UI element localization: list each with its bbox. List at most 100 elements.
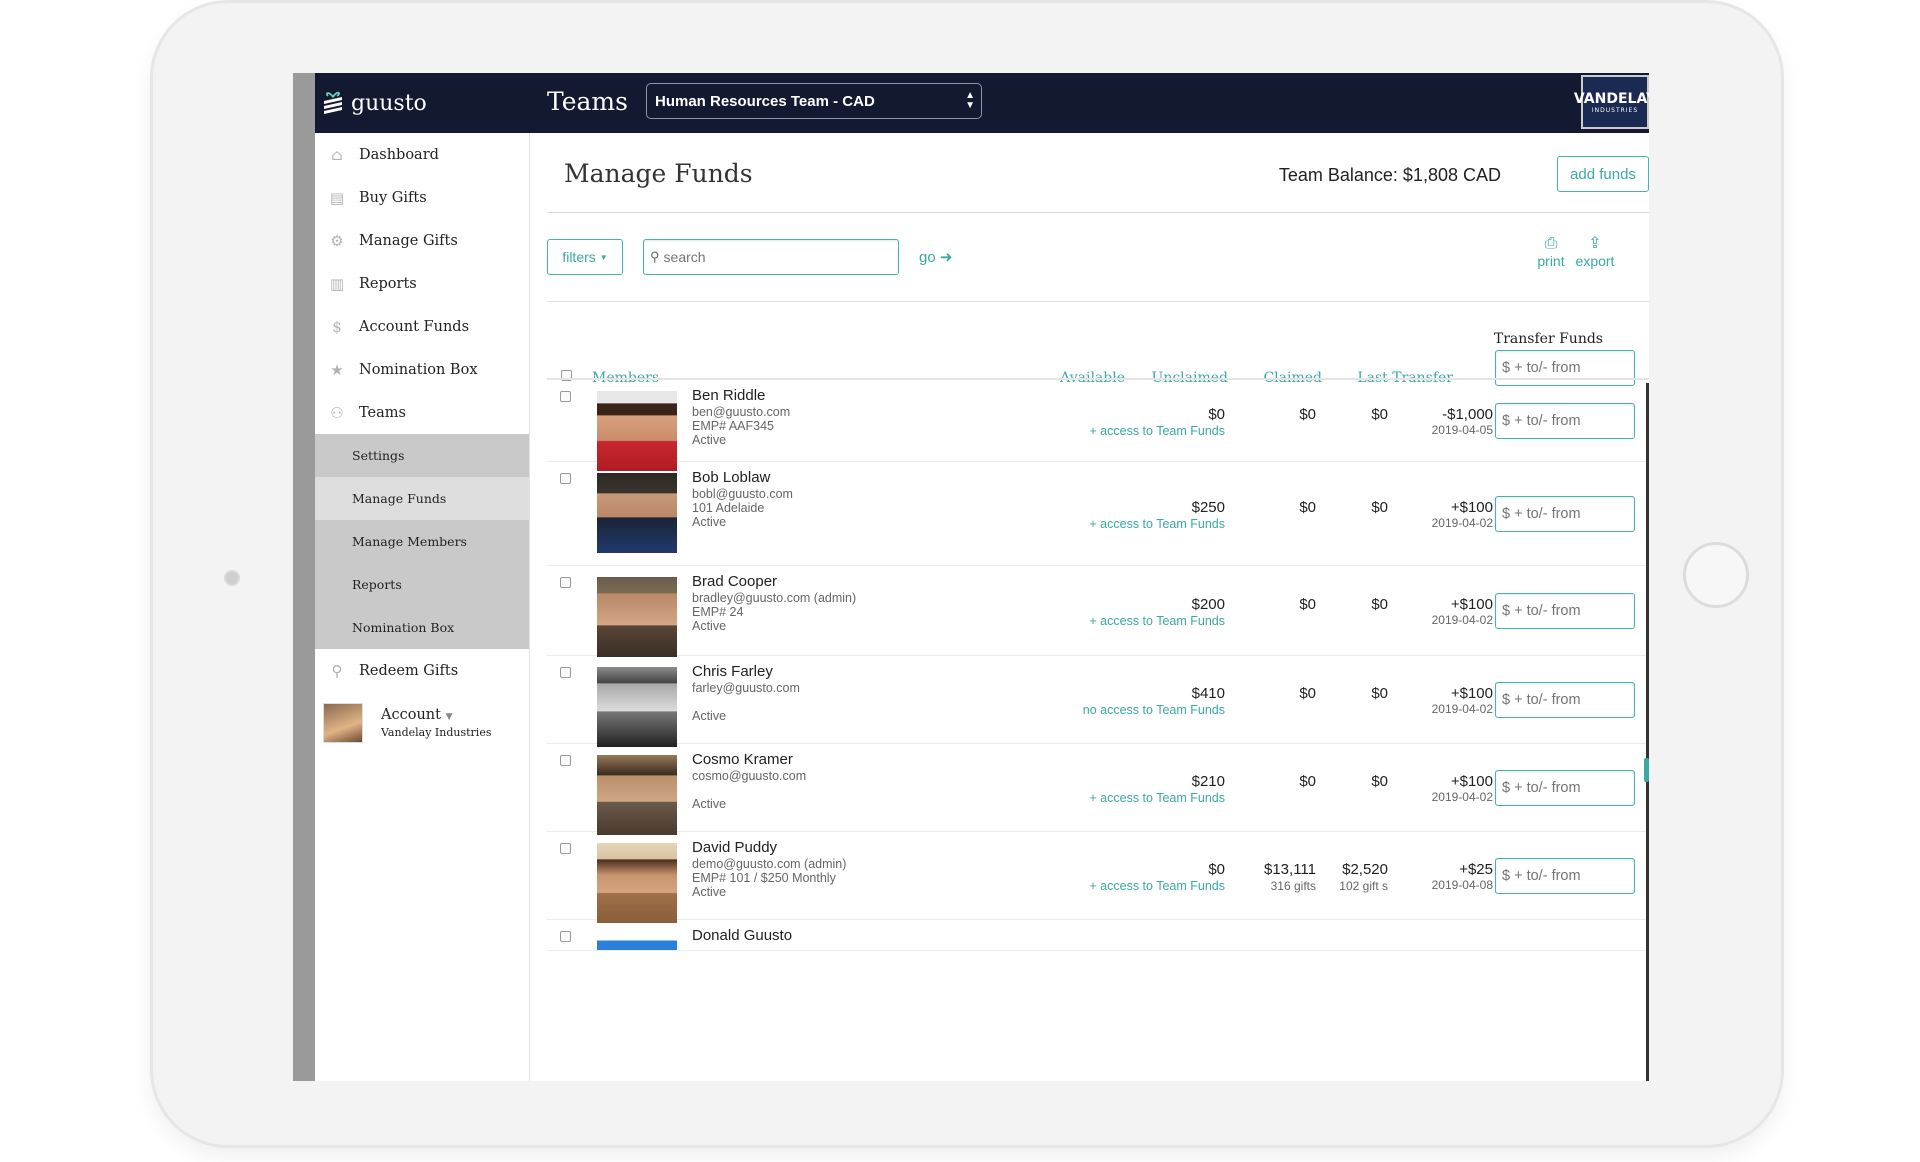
available-amount: $200 <box>1191 596 1225 613</box>
subnav-item-nomination-box[interactable]: Nomination Box <box>315 606 529 649</box>
sidebar-item-buy-gifts[interactable]: ▤ Buy Gifts <box>315 176 529 219</box>
row-checkbox[interactable] <box>560 577 571 588</box>
sidebar-item-account-funds[interactable]: $ Account Funds <box>315 305 529 348</box>
add-funds-button[interactable]: add funds <box>1557 156 1649 192</box>
team-select[interactable]: Human Resources Team - CAD ▲ ▼ <box>646 83 982 119</box>
account-company: Vandelay Industries <box>381 726 492 739</box>
member-email: bradley@guusto.com (admin) <box>692 591 857 605</box>
available-amount: $0 <box>1208 861 1225 878</box>
logo-text: guusto <box>351 90 427 116</box>
member-detail: EMP# 24 <box>692 605 744 619</box>
unclaimed-amount: $0 <box>1299 685 1316 702</box>
gift-logo-icon <box>324 91 342 114</box>
app-screen: guusto Teams Human Resources Team - CAD … <box>293 73 1649 1081</box>
team-select-value: Human Resources Team - CAD <box>655 92 875 110</box>
row-checkbox[interactable] <box>560 391 571 402</box>
main-content: Manage Funds Team Balance: $1,808 CAD ad… <box>529 133 1649 1081</box>
export-button[interactable]: ⇪ export <box>1573 235 1617 269</box>
claimed-amount: $0 <box>1371 499 1388 516</box>
sidebar-item-reports[interactable]: ▥ Reports <box>315 262 529 305</box>
caret-down-icon: ▼ <box>599 252 608 262</box>
transfer-funds-field[interactable] <box>1500 691 1632 709</box>
transfer-funds-input[interactable] <box>1495 496 1635 532</box>
transfer-funds-field[interactable] <box>1500 867 1632 885</box>
sidebar-item-redeem-gifts[interactable]: ⚲ Redeem Gifts <box>315 649 529 692</box>
bulk-transfer-field[interactable] <box>1500 359 1632 377</box>
member-status: Active <box>692 885 727 899</box>
member-photo <box>597 473 677 553</box>
scrollbar[interactable] <box>1646 383 1649 1081</box>
team-funds-access-link[interactable]: + access to Team Funds <box>1089 424 1225 438</box>
transfer-funds-input[interactable] <box>1495 770 1635 806</box>
account-menu[interactable]: Account ▼ Vandelay Industries <box>315 692 529 754</box>
page-title: Manage Funds <box>564 159 753 188</box>
transfer-funds-field[interactable] <box>1500 505 1632 523</box>
sidebar-item-manage-gifts[interactable]: ⚙ Manage Gifts <box>315 219 529 262</box>
transfer-funds-field[interactable] <box>1500 602 1632 620</box>
team-funds-access-link[interactable]: no access to Team Funds <box>1083 703 1225 717</box>
transfer-funds-input[interactable] <box>1495 858 1635 894</box>
subnav-item-manage-members[interactable]: Manage Members <box>315 520 529 563</box>
sidebar-item-label: Account Funds <box>359 318 470 335</box>
transfer-funds-field[interactable] <box>1500 779 1632 797</box>
row-checkbox[interactable] <box>560 473 571 484</box>
row-checkbox[interactable] <box>560 667 571 678</box>
home-button[interactable] <box>1683 542 1749 608</box>
member-name[interactable]: Ben Riddle <box>692 387 765 404</box>
transfer-funds-input[interactable] <box>1495 403 1635 439</box>
table-row: Chris Farley farley@guusto.com Active $410 n… <box>547 656 1649 747</box>
claimed-amount: $0 <box>1371 773 1388 790</box>
team-funds-access-link[interactable]: + access to Team Funds <box>1089 879 1225 893</box>
transfer-funds-field[interactable] <box>1500 412 1632 430</box>
search-input[interactable] <box>661 248 876 266</box>
member-photo <box>597 843 677 923</box>
member-name[interactable]: David Puddy <box>692 839 777 856</box>
account-label: Account <box>381 707 441 723</box>
subnav-item-settings[interactable]: Settings <box>315 434 529 477</box>
team-funds-access-link[interactable]: + access to Team Funds <box>1089 614 1225 628</box>
member-name[interactable]: Cosmo Kramer <box>692 751 793 768</box>
go-button[interactable]: go ➜ <box>919 248 952 266</box>
select-arrows-icon: ▲ ▼ <box>965 90 975 111</box>
print-button[interactable]: ⎙ print <box>1529 235 1573 269</box>
star-icon: ★ <box>330 360 344 379</box>
row-checkbox[interactable] <box>560 931 571 942</box>
export-icon: ⇪ <box>1588 235 1602 252</box>
teams-subnav: Settings Manage Funds Manage Members Report… <box>315 434 529 649</box>
sidebar-item-label: Dashboard <box>359 146 439 163</box>
sidebar-item-label: Manage Gifts <box>359 232 458 249</box>
member-detail: EMP# 101 / $250 Monthly <box>692 871 836 885</box>
guusto-logo[interactable]: guusto <box>321 83 427 123</box>
subnav-item-manage-funds[interactable]: Manage Funds <box>315 477 529 520</box>
search-field[interactable]: ⚲ <box>643 239 899 275</box>
member-email: bobl@guusto.com <box>692 487 793 501</box>
available-amount: $210 <box>1191 773 1225 790</box>
member-photo <box>597 391 677 471</box>
member-name[interactable]: Bob Loblaw <box>692 469 770 486</box>
claimed-amount: $0 <box>1371 406 1388 423</box>
sidebar-item-teams[interactable]: ⚇ Teams <box>315 391 529 434</box>
transfer-funds-input[interactable] <box>1495 682 1635 718</box>
subnav-item-reports[interactable]: Reports <box>315 563 529 606</box>
transfer-funds-input[interactable] <box>1495 593 1635 629</box>
filters-button[interactable]: filters ▼ <box>547 239 623 275</box>
member-detail: 101 Adelaide <box>692 501 765 515</box>
claimed-gifts-count: 102 gift s <box>1339 879 1388 893</box>
member-photo <box>597 755 677 835</box>
row-checkbox[interactable] <box>560 755 571 766</box>
sidebar-nav: ⌂ Dashboard ▤ Buy Gifts ⚙ Manage Gifts ▥ Report… <box>315 133 529 434</box>
last-transfer-date: 2019-04-02 <box>1431 790 1493 804</box>
sidebar-item-dashboard[interactable]: ⌂ Dashboard <box>315 133 529 176</box>
member-name[interactable]: Brad Cooper <box>692 573 777 590</box>
member-email: farley@guusto.com <box>692 681 800 695</box>
scroll-thumb[interactable] <box>1644 758 1649 782</box>
row-checkbox[interactable] <box>560 843 571 854</box>
section-title: Teams <box>547 87 628 116</box>
last-transfer-date: 2019-04-02 <box>1431 613 1493 627</box>
member-name[interactable]: Chris Farley <box>692 663 773 680</box>
team-funds-access-link[interactable]: + access to Team Funds <box>1089 517 1225 531</box>
member-name[interactable]: Donald Guusto <box>692 927 792 944</box>
team-funds-access-link[interactable]: + access to Team Funds <box>1089 791 1225 805</box>
sidebar-item-nomination-box[interactable]: ★ Nomination Box <box>315 348 529 391</box>
divider <box>547 301 1649 302</box>
